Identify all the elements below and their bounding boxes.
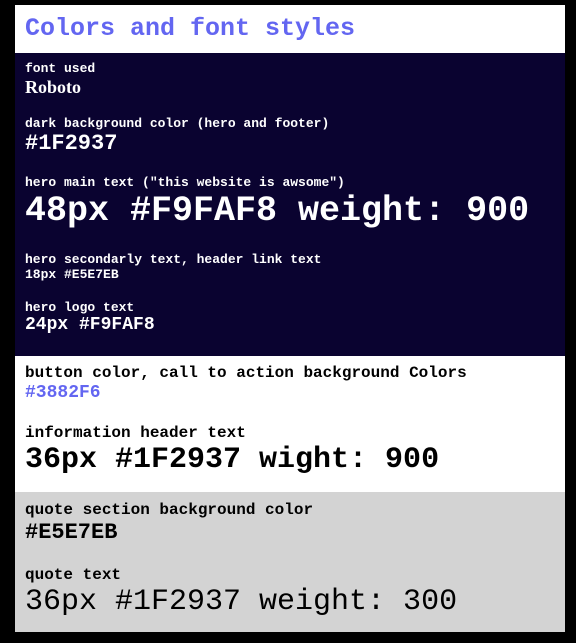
hero-logo-value: 24px #F9FAF8 (25, 315, 155, 335)
grey-section: quote section background color #E5E7EB q… (15, 492, 565, 632)
page-title: Colors and font styles (25, 14, 356, 43)
dark-section: font used Roboto dark background color (… (15, 53, 565, 356)
style-guide-card: Colors and font styles font used Roboto … (15, 5, 565, 632)
quote-text-value: 36px #1F2937 weight: 300 (25, 585, 458, 619)
info-header-label: information header text (25, 424, 246, 442)
quote-bg-value: #E5E7EB (25, 520, 118, 545)
hero-main-label: hero main text ("this website is awsome"… (25, 175, 345, 190)
font-used-value: Roboto (25, 77, 82, 97)
title-bar: Colors and font styles (15, 5, 565, 53)
hero-secondary-label: hero secondarly text, header link text (25, 252, 322, 267)
hero-secondary-value: 18px #E5E7EB (25, 267, 119, 282)
hero-main-value: 48px #F9FAF8 weight: 900 (25, 191, 530, 231)
dark-bg-value: #1F2937 (25, 131, 118, 156)
button-color-value: #3882F6 (25, 383, 101, 403)
button-color-label: button color, call to action background … (25, 364, 467, 382)
font-used-label: font used (25, 61, 96, 76)
quote-text-label: quote text (25, 566, 122, 584)
info-header-value: 36px #1F2937 wight: 900 (25, 443, 440, 477)
hero-logo-label: hero logo text (25, 300, 135, 315)
quote-bg-label: quote section background color (25, 501, 314, 519)
dark-bg-label: dark background color (hero and footer) (25, 116, 330, 131)
white-section: button color, call to action background … (15, 356, 565, 492)
